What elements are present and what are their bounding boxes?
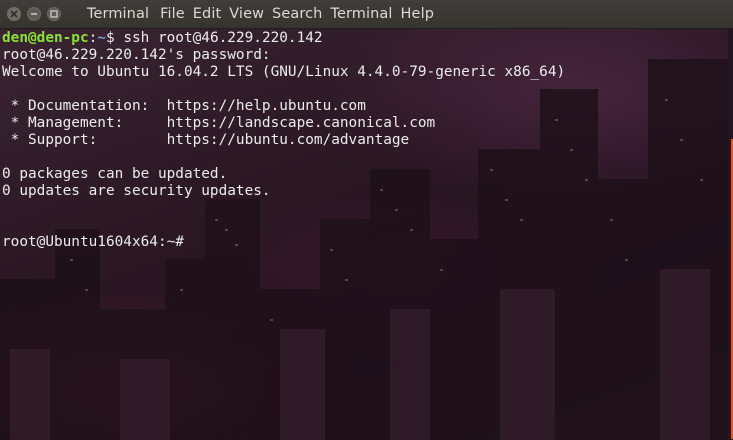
prompt-line: den@den-pc:~$ ssh root@46.229.220.142 — [2, 30, 565, 47]
prompt-path: ~ — [97, 30, 106, 46]
output-line: 0 updates are security updates. — [2, 183, 271, 199]
terminal-window: Terminal File Edit View Search Terminal … — [0, 0, 733, 440]
prompt-separator: : — [88, 30, 98, 46]
window-title: Terminal — [87, 5, 150, 22]
output-line: * Support: https://ubuntu.com/advantage — [2, 132, 410, 148]
output-line: Welcome to Ubuntu 16.04.2 LTS (GNU/Linux… — [2, 64, 566, 80]
output-line: 0 packages can be updated. — [2, 166, 228, 182]
minimize-icon[interactable] — [27, 7, 41, 21]
close-icon[interactable] — [7, 7, 21, 21]
menu-bar: Terminal File Edit View Search Terminal … — [87, 0, 442, 29]
title-menu-bar: Terminal File Edit View Search Terminal … — [0, 0, 733, 29]
prompt-user-host: den@den-pc — [2, 30, 89, 46]
scrollbar[interactable] — [728, 29, 733, 440]
maximize-icon[interactable] — [47, 7, 61, 21]
remote-prompt-line[interactable]: root@Ubuntu1604x64:~# — [2, 234, 565, 251]
output-line: root@46.229.220.142's password: — [2, 47, 271, 63]
output-line: * Documentation: https://help.ubuntu.com — [2, 98, 366, 114]
menu-terminal[interactable]: Terminal — [330, 0, 392, 29]
menu-view[interactable]: View — [229, 0, 264, 29]
menu-edit[interactable]: Edit — [193, 0, 221, 29]
menu-file[interactable]: File — [160, 0, 185, 29]
menu-search[interactable]: Search — [272, 0, 322, 29]
prompt-symbol: $ — [105, 30, 115, 46]
output-line: * Management: https://landscape.canonica… — [2, 115, 436, 131]
terminal-text: den@den-pc:~$ ssh root@46.229.220.142 roo… — [2, 30, 565, 251]
prompt-command: ssh root@46.229.220.142 — [114, 30, 323, 46]
terminal-output-area[interactable]: den@den-pc:~$ ssh root@46.229.220.142 roo… — [0, 29, 728, 440]
remote-prompt: root@Ubuntu1604x64:~# — [2, 234, 184, 250]
menu-help[interactable]: Help — [401, 0, 434, 29]
